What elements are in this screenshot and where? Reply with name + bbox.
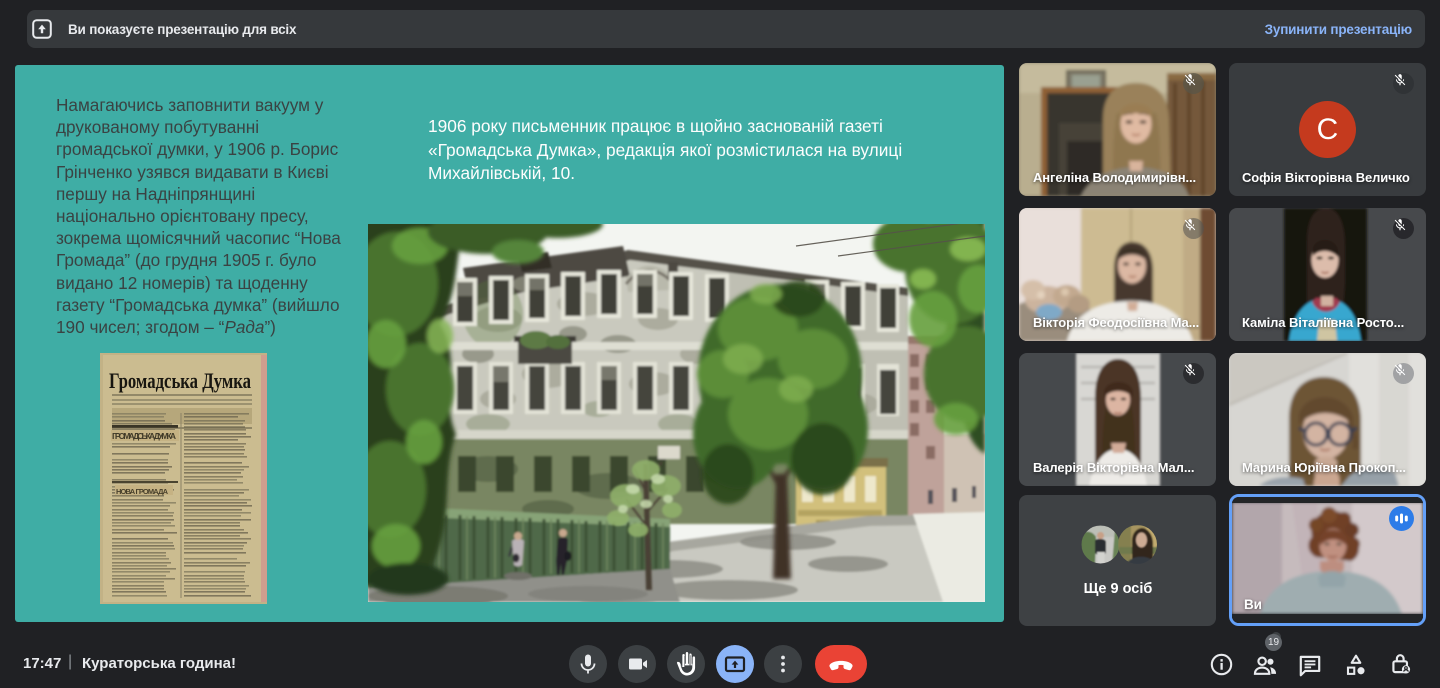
- svg-text:НОВА ГРОМАДА: НОВА ГРОМАДА: [116, 487, 169, 496]
- svg-text:Ще 9 осіб: Ще 9 осіб: [1084, 581, 1153, 597]
- svg-text:ГРОМАДСЬКА ДУМКА: ГРОМАДСЬКА ДУМКА: [112, 431, 176, 441]
- svg-text:Громадська Думка: Громадська Думка: [109, 368, 251, 393]
